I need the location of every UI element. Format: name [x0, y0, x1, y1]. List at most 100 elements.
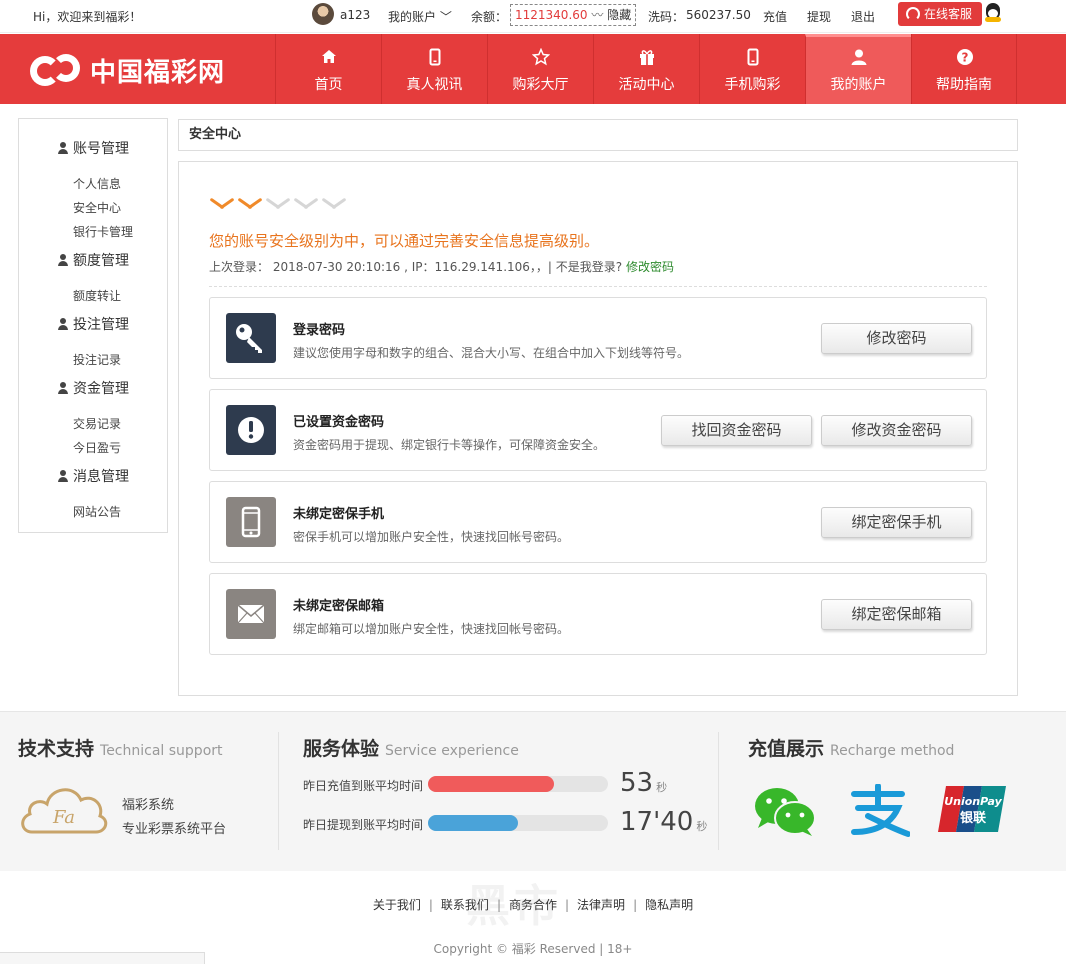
sidebar-group-betting[interactable]: 投注管理 — [57, 314, 129, 334]
user-icon — [57, 318, 68, 330]
mobile-icon — [226, 497, 276, 547]
avatar[interactable] — [312, 3, 334, 25]
withdraw-link[interactable]: 提现 — [807, 8, 831, 25]
tech-support-title-en: Technical support — [100, 743, 223, 759]
logout-link[interactable]: 退出 — [851, 8, 875, 25]
nav-item-label: 我的账户 — [830, 77, 887, 93]
balance-label: 余额： — [471, 10, 508, 24]
sidebar-group-title: 账号管理 — [73, 141, 129, 157]
card-description: 绑定邮箱可以增加账户安全性，快速找回帐号密码。 — [293, 622, 570, 636]
svg-text:?: ? — [962, 51, 969, 65]
card-title: 登录密码 — [293, 323, 346, 338]
site-logo[interactable]: 中国福彩网 — [30, 50, 225, 90]
fund-password-card: 已设置资金密码 资金密码用于提现、绑定银行卡等操作，可保障资金安全。 找回资金密… — [209, 389, 987, 471]
change-password-link[interactable]: 修改密码 — [626, 260, 674, 274]
home-icon — [320, 48, 338, 66]
sidebar-group-messages[interactable]: 消息管理 — [57, 466, 129, 486]
user-icon — [850, 48, 868, 66]
withdraw-time-number: 17'40 — [620, 807, 694, 837]
hide-balance-button[interactable]: 隐藏 — [607, 8, 631, 22]
qq-icon[interactable] — [984, 3, 1002, 23]
footer-links: 关于我们 | 联系我们 | 商务合作 | 法律声明 | 隐私声明 — [0, 896, 1066, 913]
recharge-link[interactable]: 充值 — [763, 8, 787, 25]
nav-item-mobile-lottery[interactable]: 手机购彩 — [699, 34, 805, 104]
change-fund-password-button[interactable]: 修改资金密码 — [821, 415, 972, 446]
sidebar-group-quota[interactable]: 额度管理 — [57, 250, 129, 270]
help-icon: ? — [956, 48, 974, 66]
user-icon — [57, 470, 68, 482]
gift-icon — [638, 48, 656, 66]
sidebar-group-title: 投注管理 — [73, 317, 129, 333]
recharge-time-label: 昨日充值到账平均时间 — [303, 779, 424, 793]
online-support-button[interactable]: 在线客服 — [898, 2, 982, 26]
key-icon — [226, 313, 276, 363]
headset-icon — [906, 7, 920, 21]
sidebar-group-account[interactable]: 账号管理 — [57, 138, 129, 158]
top-bar: Hi，欢迎来到福彩！ a123 我的账户 ﹀ 余额： 1121340.60 〰 … — [0, 0, 1066, 33]
change-password-button[interactable]: 修改密码 — [821, 323, 972, 354]
online-support-label: 在线客服 — [924, 7, 973, 21]
sidebar-item-announcements[interactable]: 网站公告 — [73, 503, 121, 520]
sidebar-item-bank-cards[interactable]: 银行卡管理 — [73, 223, 133, 240]
wash-value: 560237.50 — [686, 8, 751, 22]
footer-link-privacy[interactable]: 隐私声明 — [637, 898, 701, 912]
logo-text: 中国福彩网 — [90, 57, 226, 88]
bind-phone-button[interactable]: 绑定密保手机 — [821, 507, 972, 538]
card-description: 密保手机可以增加账户安全性，快速找回帐号密码。 — [293, 530, 570, 544]
nav-item-lottery-hall[interactable]: 购彩大厅 — [487, 34, 593, 104]
nav-item-live-video[interactable]: 真人视讯 — [381, 34, 487, 104]
level-chevron-off — [293, 196, 319, 212]
divider — [718, 732, 719, 850]
nav-item-activity-center[interactable]: 活动中心 — [593, 34, 699, 104]
recover-fund-password-button[interactable]: 找回资金密码 — [661, 415, 812, 446]
footer-link-legal[interactable]: 法律声明 — [569, 898, 633, 912]
security-panel: 您的账号安全级别为中，可以通过完善安全信息提高级别。 上次登录： 2018-07… — [178, 161, 1018, 696]
security-level-indicator — [209, 196, 351, 214]
my-account-menu[interactable]: 我的账户 ﹀ — [388, 8, 452, 25]
balance-value: 1121340.60 — [515, 8, 588, 22]
divider — [278, 732, 279, 850]
unionpay-cn-text: 银联 — [960, 810, 986, 826]
unit-seconds: 秒 — [656, 781, 668, 794]
nav-item-label: 首页 — [314, 77, 343, 93]
balance-box: 1121340.60 〰 隐藏 — [510, 4, 637, 26]
sidebar-item-daily-profit[interactable]: 今日盈亏 — [73, 439, 121, 456]
username: a123 — [340, 8, 371, 22]
sidebar-item-transactions[interactable]: 交易记录 — [73, 415, 121, 432]
alipay-icon — [848, 783, 911, 841]
card-title: 未绑定密保手机 — [293, 507, 385, 522]
horizontal-scrollbar[interactable] — [0, 952, 205, 964]
eye-icon[interactable]: 〰 — [591, 8, 603, 22]
security-email-card: 未绑定密保邮箱 绑定邮箱可以增加账户安全性，快速找回帐号密码。 绑定密保邮箱 — [209, 573, 987, 655]
last-login-text: 上次登录： 2018-07-30 20:10:16 , IP：116.29.14… — [209, 260, 623, 274]
bind-email-button[interactable]: 绑定密保邮箱 — [821, 599, 972, 630]
mobile-icon — [744, 48, 762, 66]
nav-item-help-guide[interactable]: ? 帮助指南 — [911, 34, 1017, 104]
sidebar-item-personal-info[interactable]: 个人信息 — [73, 175, 121, 192]
nav-item-home[interactable]: 首页 — [275, 34, 381, 104]
account-sidebar: 账号管理 个人信息 安全中心 银行卡管理 额度管理 额度转让 投注管理 投注记录… — [18, 118, 168, 533]
footer-link-about[interactable]: 关于我们 — [365, 898, 429, 912]
sidebar-item-security-center[interactable]: 安全中心 — [73, 199, 121, 216]
nav-item-label: 真人视讯 — [406, 77, 463, 93]
nav-item-label: 购彩大厅 — [512, 77, 569, 93]
star-icon — [531, 47, 551, 66]
sidebar-item-bet-records[interactable]: 投注记录 — [73, 351, 121, 368]
unionpay-icon: UnionPay 银联 — [934, 784, 1010, 837]
nav-item-label: 帮助指南 — [936, 77, 992, 93]
last-login-info: 上次登录： 2018-07-30 20:10:16 , IP：116.29.14… — [209, 258, 674, 275]
tech-support-heading: 技术支持 Technical support — [18, 734, 223, 761]
nav-item-label: 手机购彩 — [724, 77, 781, 93]
nav-item-my-account[interactable]: 我的账户 — [805, 34, 911, 104]
withdraw-time-fill — [428, 815, 518, 831]
withdraw-time-label: 昨日提现到账平均时间 — [303, 818, 424, 832]
sidebar-group-title: 消息管理 — [73, 469, 129, 485]
level-chevron-off — [265, 196, 291, 212]
sidebar-item-quota-transfer[interactable]: 额度转让 — [73, 287, 121, 304]
footer-link-contact[interactable]: 联系我们 — [433, 898, 497, 912]
sidebar-group-funds[interactable]: 资金管理 — [57, 378, 129, 398]
unionpay-text: UnionPay — [944, 795, 1002, 808]
sidebar-group-title: 资金管理 — [73, 381, 129, 397]
sidebar-group-title: 额度管理 — [73, 253, 129, 269]
footer-link-business[interactable]: 商务合作 — [501, 898, 565, 912]
